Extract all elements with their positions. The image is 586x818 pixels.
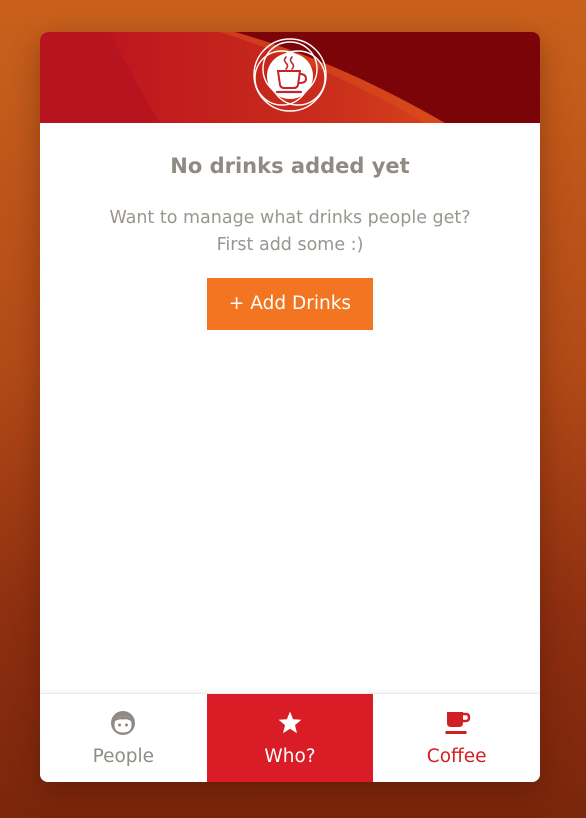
- empty-state: No drinks added yet Want to manage what …: [40, 123, 540, 330]
- header-banner: [40, 32, 540, 123]
- tab-coffee[interactable]: Coffee: [373, 694, 540, 782]
- tab-who[interactable]: Who?: [206, 694, 374, 782]
- tab-people[interactable]: People: [40, 694, 207, 782]
- empty-state-message-line1: Want to manage what drinks people get?: [109, 208, 471, 228]
- empty-state-title: No drinks added yet: [170, 154, 410, 178]
- coffee-logo-icon: [253, 38, 327, 112]
- empty-state-message-line2: First add some :): [216, 235, 364, 255]
- coffee-cup-icon: [445, 712, 470, 734]
- add-drinks-button[interactable]: + Add Drinks: [207, 278, 373, 330]
- bottom-tab-bar: People Who? Coffee: [40, 693, 540, 782]
- tab-coffee-label: Coffee: [426, 746, 487, 767]
- empty-state-message: Want to manage what drinks people get? F…: [40, 205, 540, 259]
- star-icon: [278, 711, 302, 734]
- face-icon: [111, 711, 136, 735]
- app-card: No drinks added yet Want to manage what …: [40, 32, 540, 782]
- tab-people-label: People: [92, 746, 155, 767]
- tab-who-label: Who?: [264, 746, 316, 767]
